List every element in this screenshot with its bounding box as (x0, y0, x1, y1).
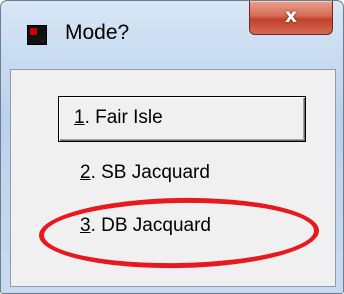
mnemonic-3: 3 (80, 215, 91, 236)
dialog-body: 1. Fair Isle 2. SB Jacquard 3. DB Jacqua… (10, 69, 336, 287)
mnemonic-1: 1 (74, 107, 85, 128)
option-label-2: . SB Jacquard (90, 162, 210, 183)
highlight-circle (38, 195, 320, 271)
fair-isle-button[interactable] (58, 96, 306, 142)
mode-dialog: Mode? x 1. Fair Isle 2. SB Jacquard 3. D… (0, 0, 344, 294)
option-db-jacquard[interactable]: 3. DB Jacquard (80, 215, 211, 237)
option-fair-isle[interactable]: 1. Fair Isle (74, 107, 163, 129)
title-bar[interactable]: Mode? x (1, 1, 343, 69)
option-label-3: . DB Jacquard (90, 215, 211, 236)
app-icon (27, 25, 47, 45)
close-button[interactable]: x (249, 1, 333, 35)
option-sb-jacquard[interactable]: 2. SB Jacquard (80, 162, 210, 184)
option-label-1: . Fair Isle (84, 107, 163, 128)
dialog-title: Mode? (65, 21, 130, 44)
mnemonic-2: 2 (80, 162, 91, 183)
